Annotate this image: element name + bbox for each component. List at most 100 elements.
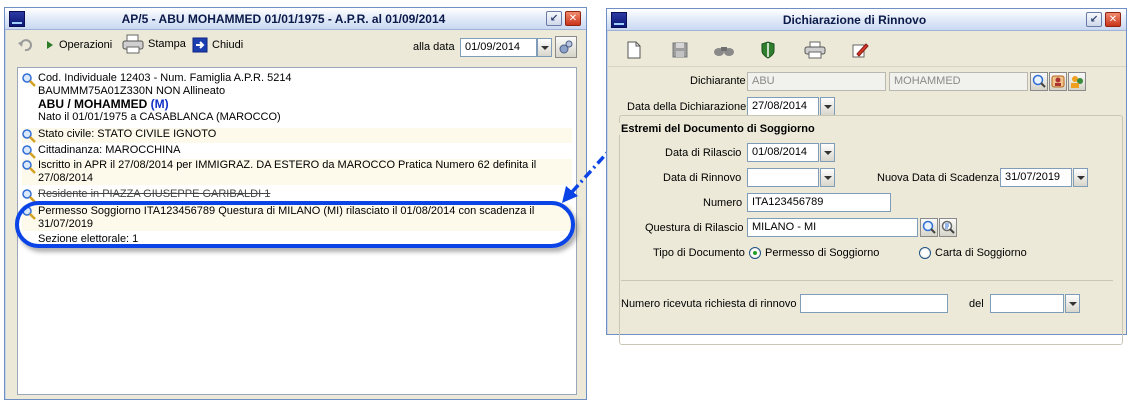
person-card-button[interactable] (1049, 72, 1067, 91)
del-date-field[interactable] (990, 294, 1064, 313)
alla-data-dropdown[interactable] (537, 38, 552, 57)
binoculars-icon (714, 47, 734, 56)
stato-civile-text: Stato civile: STATO CIVILE IGNOTO (38, 128, 217, 140)
minimize-button[interactable]: ↙ (546, 11, 562, 26)
floppy-disk-icon (672, 42, 688, 58)
settings-button[interactable] (555, 36, 577, 58)
numero-label: Numero (703, 197, 743, 209)
data-rilascio-dropdown[interactable] (820, 143, 835, 162)
printer-icon (804, 41, 826, 59)
magnifier-icon (22, 145, 38, 159)
data-dichiarazione-field[interactable]: 27/08/2014 (747, 97, 819, 116)
iscrizione-date-text: 27/08/2014 (38, 172, 94, 184)
binoculars-button[interactable] (713, 41, 735, 59)
chiudi-button[interactable]: Chiudi (192, 37, 243, 53)
search-dichiarante-button[interactable] (1030, 72, 1048, 91)
right-window: Dichiarazione di Rinnovo ↙ ✕ Dichiarante… (606, 8, 1127, 345)
data-rinnovo-dropdown[interactable] (820, 168, 835, 187)
app-logo-icon (611, 12, 627, 28)
operazioni-label: Operazioni (59, 39, 113, 51)
save-button[interactable] (671, 41, 689, 59)
person-name: ABU / MOHAMMED (38, 97, 148, 111)
close-window-button[interactable]: ✕ (565, 11, 581, 26)
print-button[interactable] (804, 41, 826, 59)
undo-icon (17, 37, 33, 53)
data-rinnovo-field[interactable] (747, 168, 819, 187)
minimize-button[interactable]: ↙ (1086, 12, 1102, 27)
new-document-button[interactable] (625, 41, 643, 59)
gears-icon (558, 39, 574, 55)
search-questura-button[interactable] (920, 218, 938, 237)
data-dichiarazione-dropdown[interactable] (820, 97, 835, 116)
nuova-scadenza-label: Nuova Data di Scadenza (877, 172, 999, 184)
people-lookup-button[interactable] (1068, 72, 1086, 91)
stampa-button[interactable]: Stampa (122, 34, 186, 54)
chiudi-label: Chiudi (212, 39, 244, 51)
data-rilascio-field[interactable]: 01/08/2014 (747, 143, 819, 162)
undo-button[interactable] (17, 37, 33, 53)
shield-icon (761, 41, 775, 59)
play-arrow-icon (45, 37, 55, 53)
list-item-cittadinanza[interactable]: Cittadinanza: MAROCCHINA (22, 144, 572, 159)
right-toolbar (607, 31, 1126, 67)
left-window-title: AP/5 - ABU MOHAMMED 01/01/1975 - A.P.R. … (121, 12, 446, 26)
exit-arrow-icon (192, 37, 208, 53)
list-item-stato-civile[interactable]: Stato civile: STATO CIVILE IGNOTO (22, 128, 572, 143)
residenza-text: Residente in PIAZZA GIUSEPPE GARIBALDI 1 (38, 188, 271, 200)
magnifier-icon (1032, 74, 1046, 88)
questura-label: Questura di Rilascio (645, 222, 744, 234)
birth-text: Nato il 01/01/1975 a CASABLANCA (MAROCCO… (38, 111, 281, 123)
edit-button[interactable] (851, 41, 869, 59)
questura-field[interactable]: MILANO - MI (747, 218, 918, 237)
codice-individuale-text: Cod. Individuale 12403 - Num. Famiglia A… (38, 72, 292, 84)
shield-button[interactable] (759, 41, 777, 59)
operazioni-button[interactable]: Operazioni (45, 37, 112, 53)
questura-lookup-button[interactable] (939, 218, 957, 237)
close-window-button[interactable]: ✕ (1105, 12, 1121, 27)
nuova-scadenza-dropdown[interactable] (1073, 168, 1088, 187)
magnifier-icon (22, 160, 38, 174)
left-toolbar: Operazioni Stampa Chiudi alla data 01/09… (5, 30, 586, 60)
dichiarante-label: Dichiarante (690, 75, 746, 87)
list-item-iscrizione[interactable]: Iscritto in APR il 27/08/2014 per IMMIGR… (22, 159, 572, 185)
left-window-titlebar[interactable]: AP/5 - ABU MOHAMMED 01/01/1975 - A.P.R. … (5, 8, 586, 30)
radio-carta-label[interactable]: Carta di Soggiorno (935, 247, 1027, 259)
magnifier-icon (922, 220, 936, 234)
cittadinanza-text: Cittadinanza: MAROCCHINA (38, 144, 181, 156)
data-rinnovo-label: Data di Rinnovo (663, 172, 742, 184)
left-window: AP/5 - ABU MOHAMMED 01/01/1975 - A.P.R. … (4, 7, 587, 400)
numero-field[interactable]: ITA123456789 (747, 193, 891, 212)
del-label: del (969, 298, 984, 310)
annotation-highlight-ellipse (15, 201, 575, 248)
new-document-icon (627, 41, 641, 59)
data-rilascio-label: Data di Rilascio (665, 147, 742, 159)
list-item-anagrafica[interactable]: Cod. Individuale 12403 - Num. Famiglia A… (22, 72, 572, 124)
magnifier-icon (22, 73, 38, 87)
data-dichiarazione-label: Data della Dichiarazione (627, 101, 747, 113)
radio-carta-soggiorno[interactable] (919, 247, 931, 259)
documento-soggiorno-group-title: Estremi del Documento di Soggiorno (619, 123, 817, 135)
edit-pencil-icon (852, 43, 869, 58)
people-icon (1071, 76, 1083, 88)
ricevuta-field[interactable] (800, 294, 948, 313)
person-sex: (M) (150, 97, 169, 111)
tipo-documento-label: Tipo di Documento (653, 247, 745, 259)
printer-icon (122, 34, 144, 54)
ricevuta-label: Numero ricevuta richiesta di rinnovo (621, 298, 797, 310)
radio-permesso-label[interactable]: Permesso di Soggiorno (765, 247, 879, 259)
radio-permesso-soggiorno[interactable] (749, 247, 761, 259)
group-separator (621, 280, 1113, 281)
iscrizione-text: Iscritto in APR il 27/08/2014 per IMMIGR… (38, 159, 537, 171)
app-logo-icon (9, 11, 25, 27)
alla-data-label: alla data (413, 41, 455, 53)
stampa-label: Stampa (148, 38, 186, 50)
dichiarante-cognome-field[interactable]: ABU (747, 72, 886, 91)
lookup-list-icon (941, 220, 955, 234)
dichiarante-nome-field[interactable]: MOHAMMED (889, 72, 1028, 91)
nuova-scadenza-field[interactable]: 31/07/2019 (1000, 168, 1072, 187)
alla-data-field[interactable]: 01/09/2014 (460, 38, 537, 57)
right-window-titlebar[interactable]: Dichiarazione di Rinnovo ↙ ✕ (607, 9, 1126, 31)
right-window-title: Dichiarazione di Rinnovo (782, 13, 927, 27)
del-date-dropdown[interactable] (1065, 294, 1080, 313)
person-card-icon (1051, 75, 1065, 88)
